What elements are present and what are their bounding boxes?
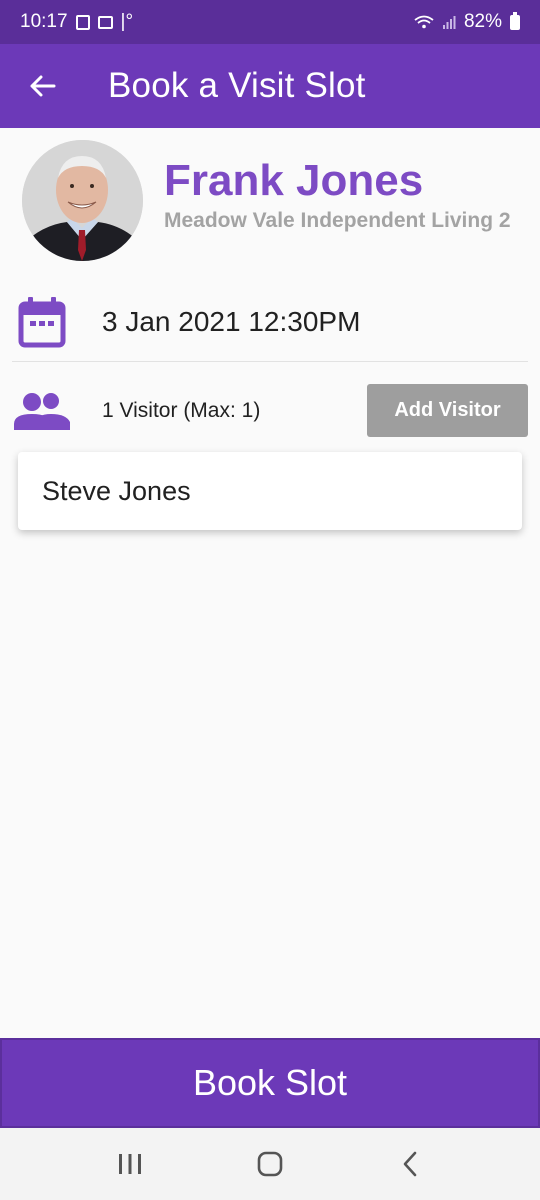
divider [12,361,528,362]
avatar [22,140,143,261]
page-title: Book a Visit Slot [108,66,366,105]
gallery-icon [97,15,113,29]
resident-name: Frank Jones [164,155,424,205]
visitor-name: Steve Jones [42,475,191,506]
visitor-card[interactable]: Steve Jones [18,452,522,530]
system-nav-bar [0,1128,540,1200]
status-time: 10:17 [20,11,68,32]
screen: 10:17 |° 82% Book a Visit Slot Frank Jon… [0,0,540,1200]
home-icon [257,1151,283,1177]
calendar-icon [18,297,66,348]
visit-date-row: 3 Jan 2021 12:30PM [18,292,360,352]
wifi-icon [414,15,434,29]
back-button[interactable] [0,44,84,128]
people-icon [14,392,70,430]
recents-icon [119,1154,141,1174]
resident-photo [22,140,143,261]
app-bar: Book a Visit Slot [0,44,540,128]
recents-button[interactable] [100,1134,160,1194]
status-right: 82% [414,11,520,33]
status-bar: 10:17 |° 82% [0,0,540,44]
book-slot-button[interactable]: Book Slot [0,1038,540,1128]
resident-profile: Frank Jones Meadow Vale Independent Livi… [22,140,511,261]
visitor-count: 1 Visitor (Max: 1) [102,398,261,422]
battery-icon [510,11,520,30]
visitors-row: 1 Visitor (Max: 1) Add Visitor [14,384,528,437]
storage-icon [75,14,90,30]
arrow-left-icon [30,75,56,97]
status-left: 10:17 |° [20,11,133,33]
profile-text: Frank Jones Meadow Vale Independent Livi… [164,155,511,233]
visit-date-time: 3 Jan 2021 12:30PM [102,306,361,337]
chevron-left-icon [403,1151,417,1177]
home-button[interactable] [240,1134,300,1194]
battery-percent: 82% [463,11,502,32]
notification-glyph: |° [120,11,134,32]
system-back-button[interactable] [380,1134,440,1194]
signal-icon [442,16,456,29]
residence-name: Meadow Vale Independent Living 2 [164,208,511,232]
add-visitor-button[interactable]: Add Visitor [367,384,528,437]
